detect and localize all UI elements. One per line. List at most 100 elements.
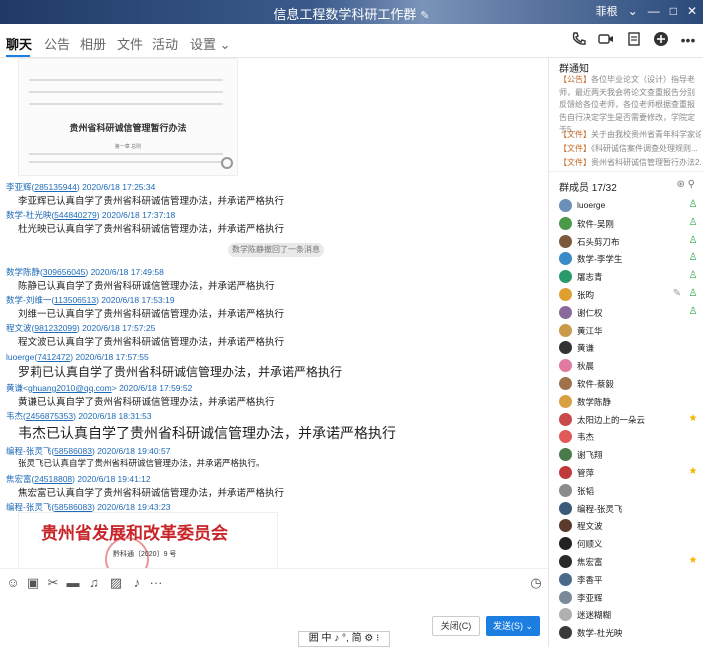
file-item[interactable]: 【文件】贵州省科研诚信管理暂行办法2... xyxy=(559,157,701,168)
message-input[interactable]: 关闭(C) 发送(S) ⌄ xyxy=(0,596,548,647)
scissors-icon[interactable]: ✂ xyxy=(45,575,61,591)
gif-icon[interactable]: ▣ xyxy=(25,575,41,591)
file-item[interactable]: 【文件】关于由我校贵州省青年科学家论... xyxy=(559,129,701,140)
member-item[interactable]: 屠志青 ♙ xyxy=(559,268,699,285)
document-image[interactable]: 贵州省科研诚信管理暂行办法 第一章 总则 xyxy=(18,58,238,176)
tab-album[interactable]: 相册 xyxy=(80,34,106,53)
sender-qq[interactable]: 2456875353 xyxy=(26,411,73,421)
member-name: 谢飞翔 xyxy=(577,450,603,461)
member-item[interactable]: 焦宏富 ★ xyxy=(559,553,699,570)
sender-qq[interactable]: 113506513 xyxy=(54,295,96,305)
member-item[interactable]: 太阳边上的一朵云 ★ xyxy=(559,411,699,428)
member-name: 数学-李学生 xyxy=(577,254,623,265)
sender-name[interactable]: 焦宏富( xyxy=(6,474,34,484)
screen-share-icon[interactable] xyxy=(625,31,643,49)
emoji-icon[interactable]: ☺ xyxy=(5,575,21,591)
members-title: 群成员 17/32 xyxy=(559,183,617,194)
document-image[interactable]: 贵州省发展和改革委员会 黔科通〔2020〕9 号 xyxy=(18,512,278,568)
close-window-button[interactable]: ✕ xyxy=(687,4,697,18)
message-time: ) 2020/6/18 17:37:18 xyxy=(96,210,176,220)
member-item[interactable]: 谢飞翔 xyxy=(559,446,699,463)
image-icon[interactable]: ▨ xyxy=(108,575,124,591)
doc-title: 贵州省科研诚信管理暂行办法 xyxy=(69,124,187,134)
send-options-icon[interactable]: ⌄ xyxy=(525,621,533,631)
tab-files[interactable]: 文件 xyxy=(117,34,143,53)
member-item[interactable]: 张韬 xyxy=(559,482,699,499)
sender-qq[interactable]: 981232099 xyxy=(34,323,77,333)
admin-icon: ♙ xyxy=(688,216,698,228)
sender-qq[interactable]: 7412472 xyxy=(37,352,70,362)
member-item[interactable]: luoerge ♙ xyxy=(559,197,699,214)
message-text: 罗莉已认真自学了贵州省科研诚信管理办法，并承诺严格执行 xyxy=(18,365,343,379)
member-item[interactable]: 秋晨 xyxy=(559,357,699,374)
file-item[interactable]: 【文件】《科研诚信案件调查处理规则... xyxy=(559,143,701,154)
member-item[interactable]: 黄谦 xyxy=(559,339,699,356)
message-meta: 韦杰(2456875353) 2020/6/18 18:31:53 xyxy=(6,408,152,422)
sender-qq[interactable]: 58586083 xyxy=(54,446,92,456)
message-time: > 2020/6/18 17:59:52 xyxy=(111,383,193,393)
member-item[interactable]: 软件-吴刚 ♙ xyxy=(559,215,699,232)
sender-name[interactable]: 李亚辉( xyxy=(6,182,34,192)
edit-icon[interactable]: ✎ xyxy=(671,288,683,300)
member-item[interactable]: 李亚辉 xyxy=(559,589,699,606)
sender-name[interactable]: 编程-张灵飞( xyxy=(6,446,54,456)
bell-icon[interactable]: ♪ xyxy=(129,575,145,591)
minimize-button[interactable]: — xyxy=(648,4,660,18)
sender-qq[interactable]: ghuang2010@qq.com xyxy=(28,383,112,393)
zoom-icon[interactable] xyxy=(221,157,233,169)
tab-chat[interactable]: 聊天 xyxy=(6,34,32,53)
add-member-icon[interactable] xyxy=(652,31,670,49)
sender-qq[interactable]: 544840279 xyxy=(54,210,97,220)
invite-icon[interactable]: ⊛ xyxy=(677,179,685,190)
folder-icon[interactable]: ▬ xyxy=(65,575,81,591)
chat-area[interactable]: 贵州省科研诚信管理暂行办法 第一章 总则 李亚辉(285135944 ) 2020… xyxy=(0,58,548,568)
member-item[interactable]: 黄江华 xyxy=(559,322,699,339)
member-item[interactable]: 编程-张灵飞 xyxy=(559,500,699,517)
member-item[interactable]: 何顺义 xyxy=(559,535,699,552)
member-item[interactable]: 迷迷糊糊 xyxy=(559,606,699,623)
sender-name[interactable]: 数学-刘维一( xyxy=(6,295,54,305)
maximize-button[interactable]: □ xyxy=(670,4,677,18)
member-item[interactable]: 韦杰 xyxy=(559,428,699,445)
send-button[interactable]: 发送(S) ⌄ xyxy=(486,616,540,636)
music-icon[interactable]: ♫ xyxy=(86,575,102,591)
menu-chevron-icon[interactable]: ⌄ xyxy=(628,4,638,18)
member-item[interactable]: 数学-杜光映 xyxy=(559,624,699,641)
sender-name[interactable]: 韦杰( xyxy=(6,411,26,421)
member-item[interactable]: 软件-蔡毅 xyxy=(559,375,699,392)
more-tools-icon[interactable]: ··· xyxy=(148,575,164,591)
member-item[interactable]: 李香平 xyxy=(559,571,699,588)
member-item[interactable]: 数学-李学生 ♙ xyxy=(559,250,699,267)
sender-name[interactable]: luoerge( xyxy=(6,352,37,362)
member-item[interactable]: 石头剪刀布 ♙ xyxy=(559,233,699,250)
sender-qq[interactable]: 24518808 xyxy=(34,474,72,484)
more-options-icon[interactable]: ••• xyxy=(679,31,697,49)
member-item[interactable]: 程文波 xyxy=(559,517,699,534)
close-button[interactable]: 关闭(C) xyxy=(432,616,480,636)
sender-name[interactable]: 程文波( xyxy=(6,323,34,333)
sender-qq[interactable]: 309656045 xyxy=(43,267,86,277)
member-item[interactable]: 数学陈静 xyxy=(559,393,699,410)
member-item[interactable]: 谢仁权 ♙ xyxy=(559,304,699,321)
voice-call-icon[interactable] xyxy=(570,31,588,49)
message-text: 焦宏富已认真自学了贵州省科研诚信管理办法，并承诺严格执行 xyxy=(18,488,285,499)
member-item[interactable]: 管萍 ★ xyxy=(559,464,699,481)
sender-qq[interactable]: 285135944 xyxy=(34,182,77,192)
sender-name[interactable]: 黄谦< xyxy=(6,383,28,393)
sender-name[interactable]: 数学-杜光映( xyxy=(6,210,54,220)
tab-activities[interactable]: 活动 xyxy=(152,34,178,53)
sender-name[interactable]: 数学陈静( xyxy=(6,267,43,277)
search-icon[interactable]: ⚲ xyxy=(688,179,695,190)
tab-announcements[interactable]: 公告 xyxy=(44,34,70,53)
notice-body[interactable]: 【公告】各位毕业论文（设计）指导老师，最近两天我会将论文查重报告分别反馈给各位老… xyxy=(559,74,699,137)
edit-name-icon[interactable]: ✎ xyxy=(420,10,429,22)
member-item[interactable]: 张昀 ♙ ✎ xyxy=(559,286,699,303)
video-call-icon[interactable] xyxy=(597,31,615,49)
ime-toolbar[interactable]: 囲 中 ♪ °, 简 ⚙ ⁝ xyxy=(298,631,390,647)
tab-settings[interactable]: 设置 ⌄ xyxy=(190,34,231,53)
history-icon[interactable]: ◷ xyxy=(528,575,544,591)
member-name: luoerge xyxy=(577,200,606,210)
sender-name[interactable]: 编程-张灵飞( xyxy=(6,502,54,512)
sender-qq[interactable]: 58586083 xyxy=(54,502,92,512)
account-label[interactable]: 菲根 xyxy=(596,3,618,19)
